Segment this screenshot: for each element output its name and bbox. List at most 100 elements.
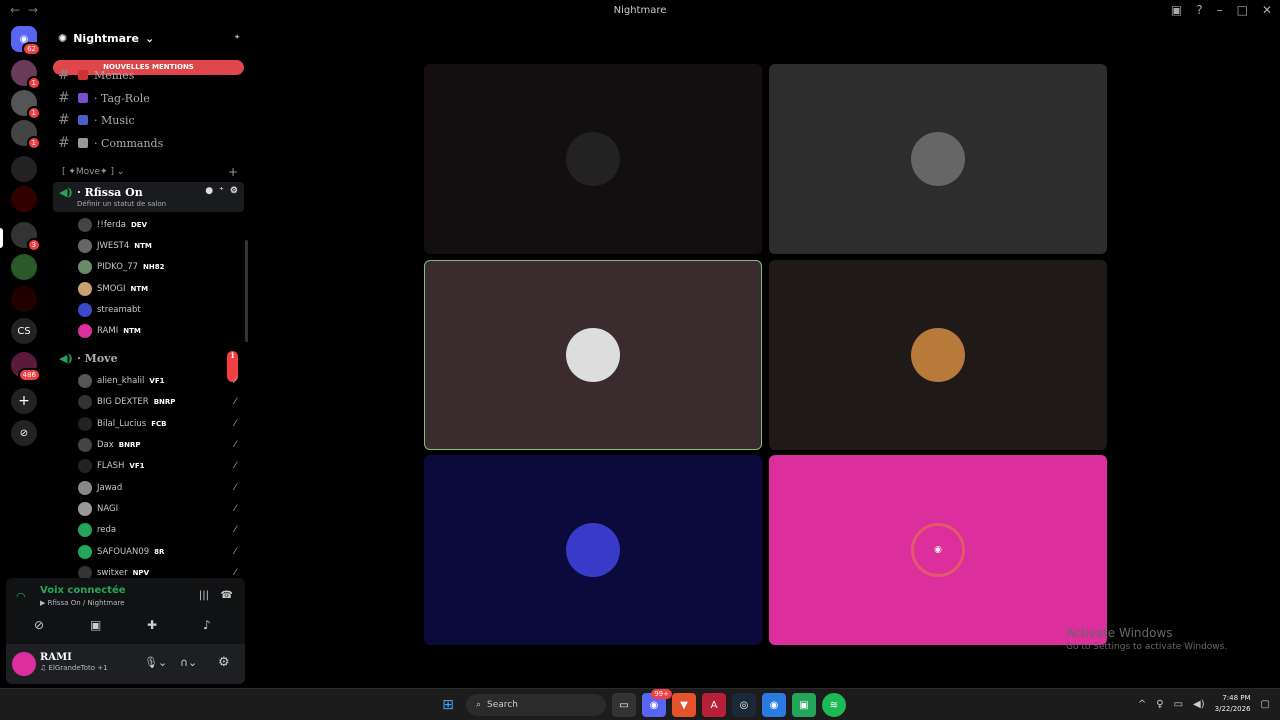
avatar <box>78 324 92 338</box>
server-icon[interactable] <box>11 186 37 212</box>
server-icon[interactable] <box>11 286 37 312</box>
taskbar-search[interactable]: ⌕ Search <box>466 694 606 716</box>
voice-member[interactable]: BIG DEXTER BNRP ⁄ <box>78 392 240 412</box>
server-icon[interactable]: 1 <box>11 90 41 120</box>
task-view-icon[interactable]: ▭ <box>612 693 636 717</box>
voice-member[interactable]: FLASH VF1 ⁄ <box>78 456 240 476</box>
guild-header[interactable]: ✺ Nightmare ⌄ ⁺ <box>48 22 248 54</box>
disconnect-icon[interactable]: ☎ <box>221 590 233 601</box>
participant-tile[interactable] <box>769 260 1107 450</box>
taskbar: ⊞ ⌕ Search ▭ ◉ 99+ ▼ A ◎ ◉ ▣ ≋ ^ ♀ ▭ ◀) 7:… <box>0 688 1280 720</box>
close-button[interactable]: ✕ <box>1262 3 1272 17</box>
add-channel-icon[interactable]: + <box>228 165 238 179</box>
channel-commands[interactable]: # · Commands <box>58 133 163 153</box>
invite-icon[interactable]: ⁺ <box>234 32 240 45</box>
discord-taskbar-icon[interactable]: ◉ 99+ <box>642 689 672 717</box>
clock[interactable]: 7:48 PM 3/22/2026 <box>1215 693 1251 715</box>
add-server-icon[interactable]: + <box>11 388 37 414</box>
member-name: !!ferda <box>97 220 126 230</box>
server-icon[interactable]: 1 <box>11 60 41 90</box>
title-bar: ←→ Nightmare ▣ ? – □ ✕ <box>0 0 1280 22</box>
notification-icon[interactable]: ▢ <box>1261 699 1270 710</box>
voice-member[interactable]: Jawad ⁄ <box>78 478 240 498</box>
server-icon[interactable]: 1 <box>11 120 41 150</box>
member-name: JWEST4 <box>97 241 130 251</box>
channel-tag-role[interactable]: # · Tag-Role <box>58 88 150 108</box>
help-icon[interactable]: ? <box>1196 3 1202 17</box>
user-settings-gear-icon[interactable]: ⚙ <box>218 655 230 670</box>
server-icon[interactable] <box>11 156 37 182</box>
channel-music[interactable]: # · Music <box>58 110 135 130</box>
voice-channel-link[interactable]: ▶ Rfissa On / Nightmare <box>40 599 124 607</box>
camera-off-icon[interactable]: ⊘ <box>34 618 44 632</box>
voice-member[interactable]: Dax BNRP ⁄ <box>78 435 240 455</box>
minimize-button[interactable]: – <box>1217 3 1223 17</box>
voice-member[interactable]: PIDKO_77 NH82 <box>78 257 240 277</box>
screen-share-icon[interactable]: ▣ <box>90 618 101 632</box>
voice-member[interactable]: NAGI ⁄ <box>78 499 240 519</box>
explore-icon[interactable]: ⊘ <box>11 420 37 446</box>
microphone-icon[interactable]: ♀ <box>1156 699 1163 710</box>
voice-member[interactable]: !!ferda DEV <box>78 215 240 235</box>
maximize-button[interactable]: □ <box>1237 3 1248 17</box>
server-badge: 1 <box>26 106 41 120</box>
voice-member[interactable]: JWEST4 NTM <box>78 236 240 256</box>
server-icon[interactable]: 3 <box>11 222 41 252</box>
voice-member[interactable]: SMOGI NTM <box>78 279 240 299</box>
chrome-icon[interactable]: ◉ <box>762 693 786 717</box>
app-icon[interactable]: ▣ <box>792 693 816 717</box>
microphone-icon[interactable]: 🎙⌄ <box>144 656 167 669</box>
server-badge: 486 <box>17 368 41 382</box>
participant-tile[interactable] <box>424 455 762 645</box>
hash-icon: # <box>58 135 70 151</box>
signal-icon[interactable]: ◠ <box>16 590 26 603</box>
chevron-up-icon[interactable]: ^ <box>1138 699 1146 710</box>
app-icon[interactable]: A <box>702 693 726 717</box>
network-icon[interactable]: ▭ <box>1174 699 1183 710</box>
steam-icon[interactable]: ◎ <box>732 693 756 717</box>
gear-icon[interactable]: ⚙ <box>230 186 238 196</box>
server-icon[interactable]: 486 <box>11 352 41 382</box>
spotify-icon[interactable]: ≋ <box>822 693 846 717</box>
deafened-icon: ⁄ <box>234 568 236 578</box>
voice-member[interactable]: alien_khalil VF1 ⁄ <box>78 371 240 391</box>
voice-member[interactable]: reda ⁄ <box>78 520 240 540</box>
member-tag: NPV <box>132 569 149 577</box>
voice-member[interactable]: Bilal_Lucius FCB ⁄ <box>78 414 240 434</box>
soundboard-icon[interactable]: ♪ <box>203 618 211 632</box>
headphones-icon[interactable]: ∩⌄ <box>180 656 197 669</box>
brave-icon[interactable]: ▼ <box>672 693 696 717</box>
voice-channel-rfissa[interactable]: ◀) · Rfissa On Définir un statut de salo… <box>53 182 244 212</box>
voice-member[interactable]: SAFOUAN09 8R ⁄ <box>78 542 240 562</box>
guild-name: Nightmare <box>73 31 139 45</box>
participant-tile-speaking[interactable] <box>424 260 762 450</box>
noise-suppression-icon[interactable]: ||| <box>199 590 209 601</box>
channel-status[interactable]: Définir un statut de salon <box>77 200 166 208</box>
participant-avatar <box>911 328 965 382</box>
deafened-icon: ⁄ <box>234 504 236 514</box>
participant-tile[interactable]: ◉ <box>769 455 1107 645</box>
chat-icon[interactable]: ● <box>205 186 213 196</box>
window-title: Nightmare <box>613 5 667 16</box>
participant-tile[interactable] <box>424 64 762 254</box>
home-badge: 62 <box>22 42 41 56</box>
server-icon-cs[interactable]: CS <box>11 318 37 344</box>
inbox-icon[interactable]: ▣ <box>1171 3 1182 17</box>
windows-start-icon[interactable]: ⊞ <box>436 693 460 717</box>
activities-icon[interactable]: ✚ <box>147 618 157 632</box>
voice-member[interactable]: streamabt <box>78 300 240 320</box>
add-member-icon[interactable]: ⁺ <box>219 186 224 196</box>
voice-member[interactable]: RAMI NTM <box>78 321 240 341</box>
server-icon[interactable] <box>11 254 37 280</box>
participant-tile[interactable] <box>769 64 1107 254</box>
voice-channel-label: Rfissa On / Nightmare <box>47 599 125 607</box>
member-tag: NH82 <box>143 263 165 271</box>
avatar[interactable] <box>12 652 36 676</box>
search-icon: ⌕ <box>476 700 482 710</box>
volume-icon[interactable]: ◀) <box>1193 699 1205 710</box>
discord-home-icon[interactable]: ◉ 62 <box>11 26 41 56</box>
server-badge: 1 <box>26 136 41 150</box>
music-note-icon <box>78 115 88 125</box>
category-move[interactable]: [ ✦Move✦ ] ⌄ + <box>62 165 242 179</box>
channel-memes[interactable]: # Memes <box>58 65 134 85</box>
